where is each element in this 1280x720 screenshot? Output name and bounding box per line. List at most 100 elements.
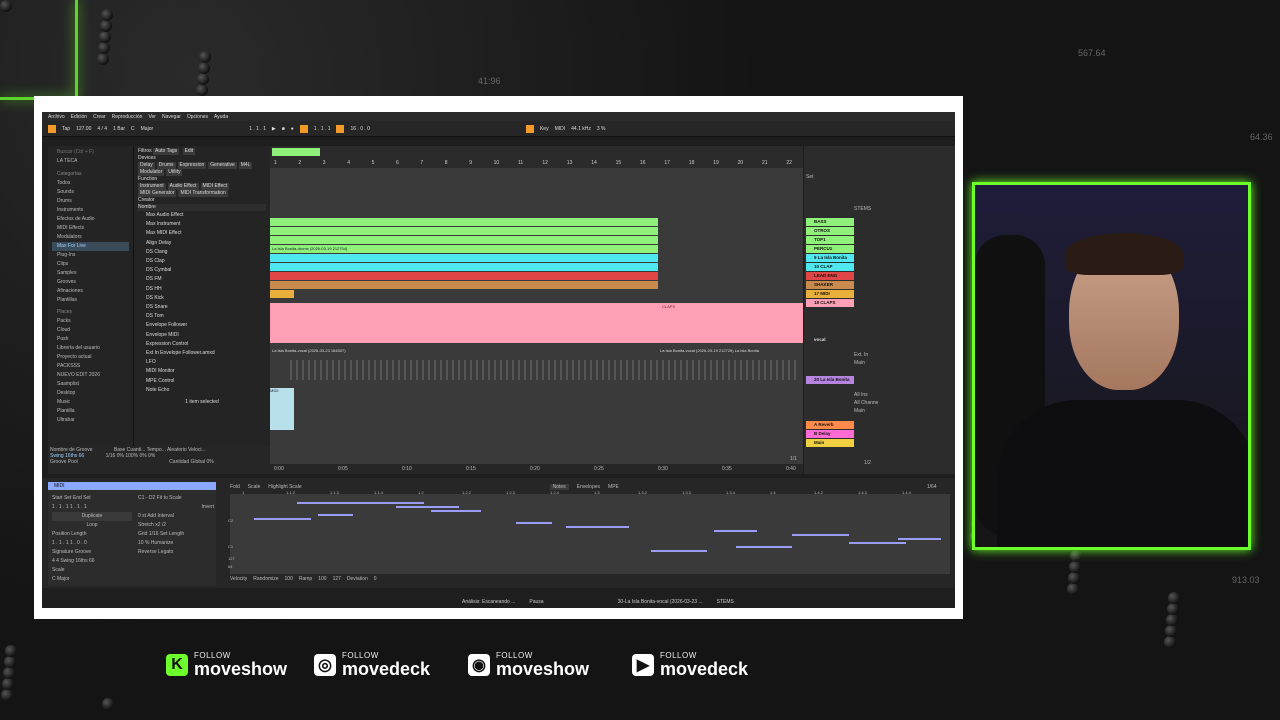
reverse-button[interactable]: Reverse: [138, 549, 157, 555]
tag-chip[interactable]: Expression: [177, 162, 207, 169]
track-header[interactable]: B Delay: [806, 430, 854, 438]
menu-crear[interactable]: Crear: [93, 114, 106, 120]
midi-note[interactable]: [254, 518, 311, 520]
category-item[interactable]: Afinaciones: [52, 287, 129, 296]
browser-item[interactable]: DS Clang: [138, 248, 266, 257]
tag-chip[interactable]: Instrument: [138, 183, 166, 190]
arrangement-clip[interactable]: [270, 254, 658, 262]
menu-reproduccion[interactable]: Reproducción: [112, 114, 143, 120]
category-item[interactable]: Sounds: [52, 188, 129, 197]
legato-button[interactable]: Legato: [158, 549, 173, 555]
midi-note[interactable]: [296, 502, 425, 504]
track-header[interactable]: 10 CLAP: [806, 263, 854, 271]
loop-toggle[interactable]: Loop: [52, 521, 132, 530]
browser-item[interactable]: Note Echo: [138, 386, 266, 395]
midi-note[interactable]: [431, 510, 481, 512]
key-map-button[interactable]: Key: [540, 126, 549, 132]
channel-select[interactable]: All Channe: [854, 399, 878, 407]
track-header[interactable]: vocal: [806, 336, 854, 344]
time-ruler[interactable]: 0:00 0:05 0:10 0:15 0:20 0:25 0:30 0:35 0:40: [270, 464, 803, 474]
scale-select[interactable]: Major: [141, 126, 154, 132]
ramp-button[interactable]: Ramp: [299, 576, 312, 582]
place-item[interactable]: Packs: [52, 317, 129, 326]
track-header[interactable]: PERCU1: [806, 245, 854, 253]
duplicate-button[interactable]: Duplicate: [52, 512, 132, 521]
track-header[interactable]: TOP1: [806, 236, 854, 244]
place-item[interactable]: Plantilla: [52, 407, 129, 416]
arrangement-clip[interactable]: [270, 281, 658, 289]
overview-strip[interactable]: [270, 146, 803, 158]
tag-chip[interactable]: Utility: [166, 169, 183, 176]
length-field[interactable]: 1 . 0 . 0: [70, 540, 87, 546]
quantize-select[interactable]: 1 Bar: [113, 126, 125, 132]
double-button[interactable]: x2: [155, 522, 160, 528]
collection-label[interactable]: LA TECA: [52, 157, 129, 166]
browser-item[interactable]: LFO: [138, 358, 266, 367]
menu-opciones[interactable]: Opciones: [187, 114, 208, 120]
scale-key-select[interactable]: C: [52, 576, 56, 582]
menu-navegar[interactable]: Navegar: [162, 114, 181, 120]
browser-item[interactable]: Max Instrument: [138, 220, 266, 229]
loop-start[interactable]: 1 . 1 . 1: [314, 126, 331, 132]
end-field[interactable]: 1 . 1 . 1: [70, 504, 87, 510]
browser-item[interactable]: DS Kick: [138, 294, 266, 303]
swing-field[interactable]: 10 %: [138, 540, 149, 546]
category-item[interactable]: Plug-Ins: [52, 251, 129, 260]
loop-switch-icon[interactable]: [336, 124, 345, 133]
menu-archivo[interactable]: Archivo: [48, 114, 65, 120]
randomize-value[interactable]: 100: [285, 576, 293, 582]
scale-name-select[interactable]: Major: [57, 576, 70, 582]
browser-search[interactable]: Buscar (Ctrl + F): [52, 148, 129, 157]
arrangement-clip[interactable]: [270, 290, 294, 298]
output-select[interactable]: Main: [854, 359, 868, 367]
midi-note[interactable]: [565, 526, 630, 528]
browser-item[interactable]: DS FM: [138, 275, 266, 284]
category-item[interactable]: Plantillas: [52, 296, 129, 305]
groove-select[interactable]: Swing 16ths 66: [60, 558, 94, 564]
browser-item[interactable]: Ext In Envelope Follower.amxd: [138, 349, 266, 358]
category-item[interactable]: Drums: [52, 197, 129, 206]
tag-chip[interactable]: Modulator: [138, 169, 165, 176]
track-header[interactable]: OTROS: [806, 227, 854, 235]
track-header[interactable]: 18 CLAPS: [806, 299, 854, 307]
pause-button[interactable]: Pausa: [529, 599, 543, 605]
category-item-selected[interactable]: Max For Live: [52, 242, 129, 251]
browser-item[interactable]: Envelope Follower: [138, 321, 266, 330]
category-item[interactable]: Grooves: [52, 278, 129, 287]
track-header[interactable]: 20 La Isla Bonita: [806, 376, 854, 384]
menu-ver[interactable]: Ver: [148, 114, 156, 120]
tag-chip[interactable]: Delay: [138, 162, 155, 169]
social-link-instagram[interactable]: ◎ FOLLOW movedeck: [314, 648, 430, 682]
midi-note[interactable]: [735, 546, 793, 548]
browser-item[interactable]: Max MIDI Effect: [138, 229, 266, 238]
invert-button[interactable]: Invert: [138, 503, 214, 512]
track-header[interactable]: SHAKER: [806, 281, 854, 289]
creator-label[interactable]: Creator: [138, 197, 266, 204]
place-item[interactable]: Ultrabar: [52, 416, 129, 425]
time-signature[interactable]: 4 / 4: [97, 126, 107, 132]
ramp-end[interactable]: 127: [333, 576, 341, 582]
midi-note[interactable]: [714, 530, 757, 532]
browser-item[interactable]: Expression Control: [138, 340, 266, 349]
browser-item[interactable]: Envelope MIDI: [138, 331, 266, 340]
arrangement-clip[interactable]: [270, 227, 658, 235]
menu-edicion[interactable]: Edición: [71, 114, 87, 120]
midi-note[interactable]: [516, 522, 552, 524]
arrangement-position[interactable]: 1 . 1 . 1: [249, 126, 266, 132]
category-item[interactable]: Efectos de Audio: [52, 215, 129, 224]
track-header[interactable]: 17 MIDI: [806, 290, 854, 298]
half-button[interactable]: /2: [162, 522, 166, 528]
tag-chip[interactable]: MIDI Generator: [138, 190, 177, 197]
place-item[interactable]: Librería del usuario: [52, 344, 129, 353]
groove-cell[interactable]: 0%: [140, 453, 147, 459]
tag-chip[interactable]: Audio Effect: [167, 183, 199, 190]
pencil-icon[interactable]: [525, 124, 534, 133]
tempo-field[interactable]: 127.00: [76, 126, 91, 132]
position-field[interactable]: 1 . 1 . 1: [52, 540, 69, 546]
track-header[interactable]: A Reverb: [806, 421, 854, 429]
arrangement-clip[interactable]: [270, 236, 658, 244]
place-item[interactable]: Push: [52, 335, 129, 344]
global-amount[interactable]: 0%: [206, 459, 213, 465]
arrangement-clip[interactable]: [270, 272, 658, 280]
groove-cell[interactable]: 100%: [125, 453, 138, 459]
